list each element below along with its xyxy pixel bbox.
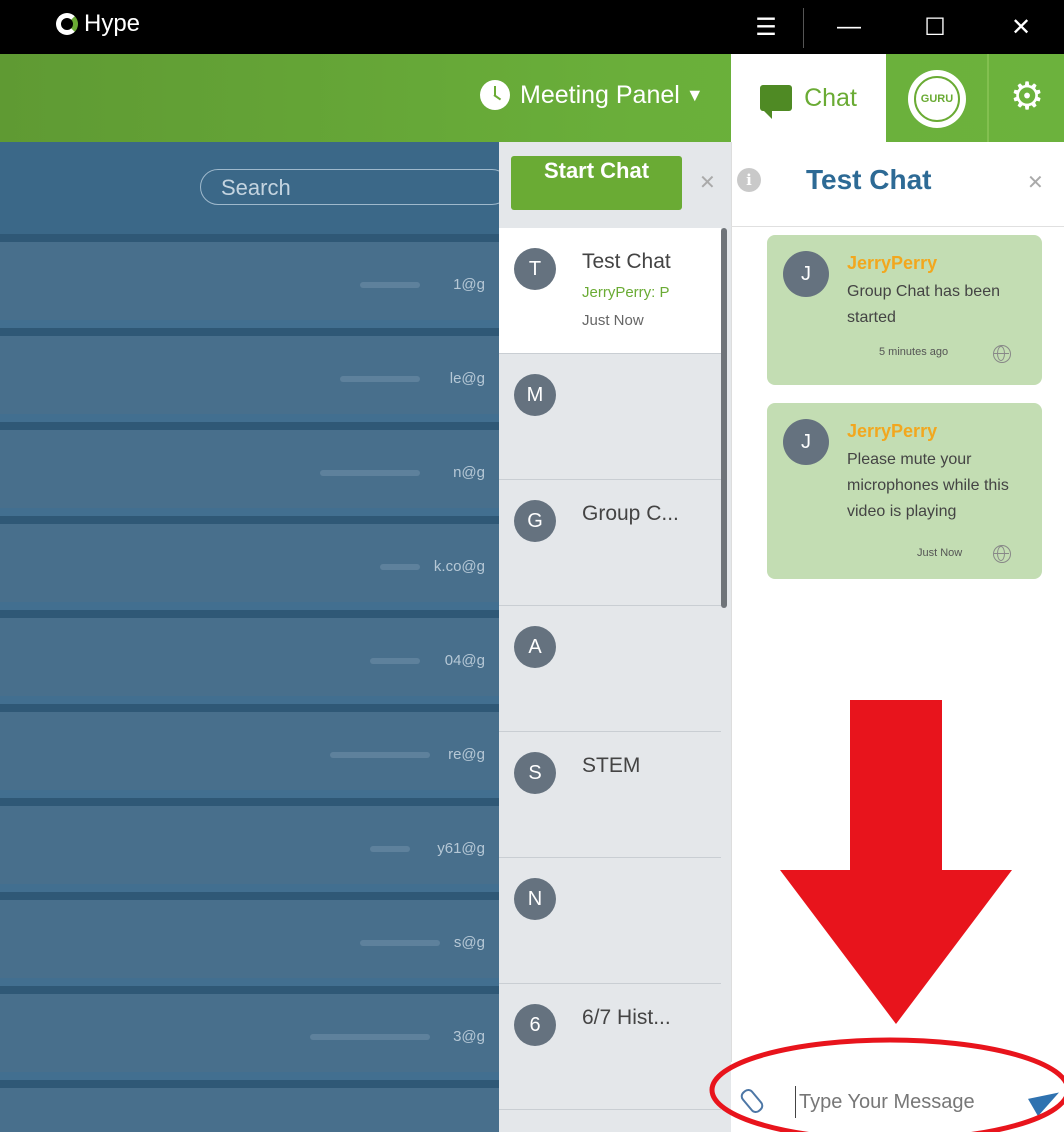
chat-list-item[interactable]: 6 6/7 Hist... — [499, 984, 721, 1110]
titlebar-divider — [803, 8, 804, 48]
message-sender: JerryPerry — [847, 421, 938, 441]
paperclip-icon[interactable] — [738, 1086, 766, 1116]
message-input-bar — [731, 1062, 1064, 1132]
contact-email: k.co@g — [433, 558, 485, 575]
message-input[interactable] — [795, 1086, 1031, 1118]
contact-row[interactable]: le@g — [0, 328, 499, 414]
avatar: M — [514, 374, 556, 416]
chat-bubble-icon — [760, 85, 793, 119]
contact-email: y61@g — [437, 840, 485, 857]
avatar: S — [514, 752, 556, 794]
app-name: Hype — [84, 10, 141, 37]
contacts-panel: 1@g le@g n@g k.co@g 04@g re@g y61@g s@g … — [0, 142, 499, 1132]
chat-list-item[interactable]: S STEM — [499, 732, 721, 858]
chat-item-title: Test Chat — [582, 250, 671, 273]
search-input[interactable] — [219, 175, 493, 201]
contact-email: re@g — [448, 746, 485, 763]
contact-email: 1@g — [453, 276, 485, 293]
redacted-text — [380, 564, 420, 570]
chat-list-item[interactable]: G Group C... — [499, 480, 721, 606]
title-bar: Hype ☰ — ☐ ✕ — [0, 0, 1064, 54]
maximize-button[interactable]: ☐ — [892, 0, 978, 54]
guru-icon: GURU — [914, 76, 960, 122]
contact-row[interactable]: n@g — [0, 422, 499, 508]
chat-item-time: Just Now — [582, 312, 644, 329]
message-time: Just Now — [917, 547, 963, 559]
avatar: G — [514, 500, 556, 542]
contact-row[interactable]: 1@g — [0, 234, 499, 320]
contact-row[interactable]: re@g — [0, 704, 499, 790]
chat-message: J JerryPerry Please mute your microphone… — [767, 403, 1042, 579]
chat-item-title: 6/7 Hist... — [582, 1006, 671, 1029]
contact-row[interactable]: y61@g — [0, 798, 499, 884]
send-icon[interactable] — [1028, 1083, 1064, 1117]
redacted-text — [330, 752, 430, 758]
close-icon[interactable]: ✕ — [699, 170, 716, 195]
conversation-panel: i Test Chat ✕ J JerryPerry Group Chat ha… — [731, 142, 1064, 1132]
close-window-button[interactable]: ✕ — [978, 0, 1064, 54]
panel-divider — [731, 142, 732, 1132]
info-icon[interactable]: i — [737, 168, 761, 192]
chat-list-item[interactable]: M — [499, 354, 721, 480]
search-area — [0, 142, 499, 234]
guru-button[interactable]: GURU — [908, 70, 966, 128]
conversation-title: Test Chat — [806, 164, 932, 195]
avatar: J — [783, 419, 829, 465]
message-time: 5 minutes ago — [879, 346, 949, 358]
contact-row[interactable] — [0, 1080, 499, 1132]
chat-tab-label: Chat — [804, 83, 857, 112]
contact-row[interactable]: k.co@g — [0, 516, 499, 602]
menu-icon[interactable]: ☰ — [723, 0, 809, 54]
contact-email: le@g — [449, 370, 485, 387]
avatar: 6 — [514, 1004, 556, 1046]
header-divider — [987, 54, 989, 142]
contact-row[interactable]: s@g — [0, 892, 499, 978]
chat-message: J JerryPerry Group Chat has been started… — [767, 235, 1042, 385]
globe-icon[interactable] — [993, 345, 1011, 363]
contact-email: 3@g — [453, 1028, 485, 1045]
chat-item-title: STEM — [582, 754, 641, 777]
app-logo: Hype — [56, 10, 140, 38]
contact-email: 04@g — [444, 652, 485, 669]
chat-list-item[interactable]: N — [499, 858, 721, 984]
redacted-text — [310, 1034, 430, 1040]
chat-list-scrollbar[interactable] — [721, 228, 727, 608]
top-header: Meeting Panel ▼ Chat GURU ⚙ — [0, 54, 1064, 142]
message-text: Please mute your microphones while this … — [847, 451, 1009, 520]
redacted-text — [340, 376, 420, 382]
chat-item-title: Group C... — [582, 502, 679, 525]
chat-list-item[interactable]: T Test Chat JerryPerry: P Just Now — [499, 228, 721, 354]
meeting-panel-label: Meeting Panel — [520, 80, 680, 109]
search-box[interactable] — [200, 169, 499, 205]
hype-logo-icon — [56, 13, 78, 35]
clock-icon — [480, 80, 510, 110]
chat-list-item[interactable]: A — [499, 606, 721, 732]
redacted-text — [360, 940, 440, 946]
redacted-text — [320, 470, 420, 476]
gear-icon[interactable]: ⚙ — [1010, 78, 1044, 116]
close-icon[interactable]: ✕ — [1027, 170, 1044, 195]
avatar: A — [514, 626, 556, 668]
tab-chat[interactable]: Chat — [731, 54, 886, 142]
minimize-button[interactable]: — — [806, 0, 892, 54]
avatar: T — [514, 248, 556, 290]
message-sender: JerryPerry — [847, 253, 938, 273]
caret-down-icon: ▼ — [685, 84, 704, 105]
redacted-text — [370, 658, 420, 664]
meeting-panel-dropdown[interactable]: Meeting Panel ▼ — [480, 80, 704, 110]
contact-row[interactable]: 3@g — [0, 986, 499, 1072]
redacted-text — [360, 282, 420, 288]
contact-email: s@g — [453, 934, 485, 951]
redacted-text — [370, 846, 410, 852]
contact-row[interactable]: 04@g — [0, 610, 499, 696]
avatar: J — [783, 251, 829, 297]
contact-email: n@g — [453, 464, 485, 481]
chat-item-preview: JerryPerry: P — [582, 284, 670, 301]
start-chat-button[interactable]: Start Chat — [511, 156, 682, 210]
globe-icon[interactable] — [993, 545, 1011, 563]
conversation-header: i Test Chat ✕ — [731, 142, 1064, 227]
chat-list-panel: Start Chat ✕ T Test Chat JerryPerry: P J… — [499, 142, 731, 1132]
message-text: Group Chat has been started — [847, 283, 1000, 326]
avatar: N — [514, 878, 556, 920]
